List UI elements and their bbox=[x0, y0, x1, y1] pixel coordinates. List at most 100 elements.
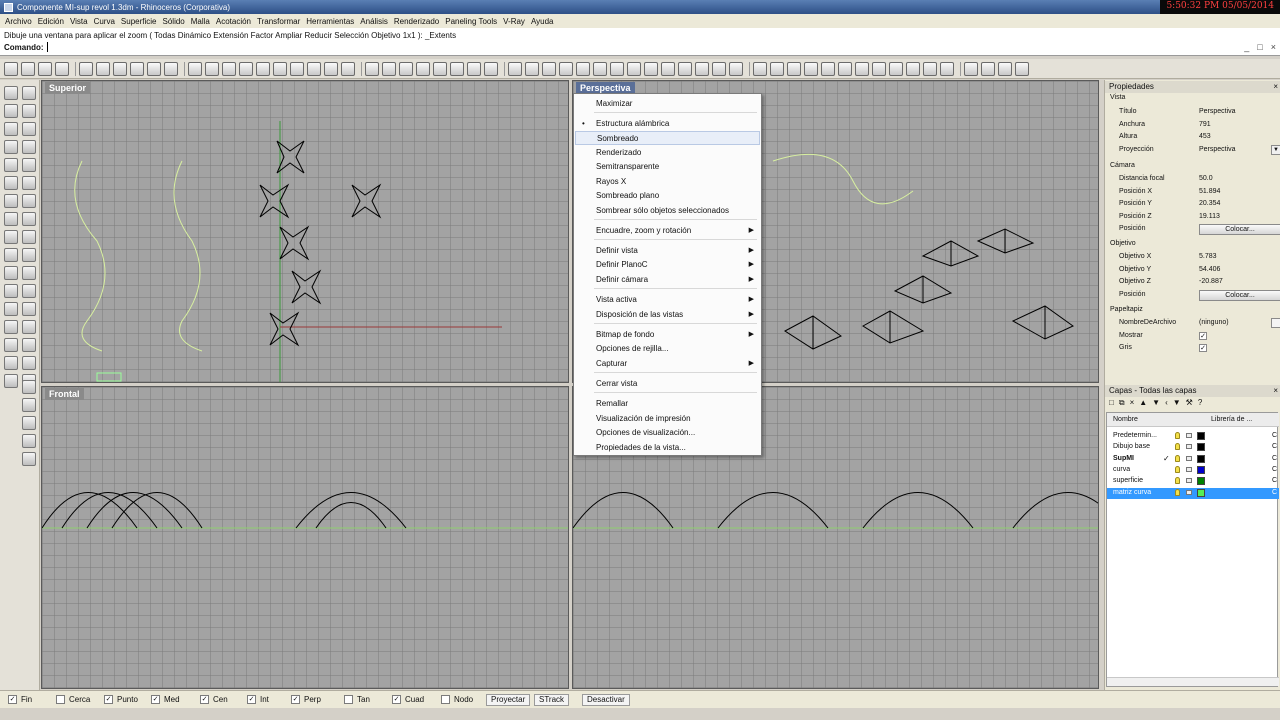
property-value[interactable]: 54.406 bbox=[1199, 266, 1220, 273]
toolbar-tool-icon[interactable] bbox=[906, 61, 920, 76]
lightbulb-icon[interactable] bbox=[1175, 443, 1180, 451]
osnap-checkbox[interactable]: ✓ bbox=[291, 695, 300, 704]
context-menu-item[interactable]: Vista activa ▶ bbox=[575, 293, 760, 307]
minimize-button[interactable]: _ bbox=[1244, 42, 1249, 52]
browse-file-button[interactable] bbox=[1271, 318, 1280, 328]
lock-icon[interactable] bbox=[1186, 433, 1192, 438]
side-tool-icon[interactable] bbox=[22, 140, 36, 154]
menu-6[interactable]: Malla bbox=[188, 17, 213, 26]
toolbar-tool-icon[interactable] bbox=[610, 61, 624, 76]
lock-icon[interactable] bbox=[1186, 455, 1192, 461]
context-menu-item[interactable]: Definir vista ▶ bbox=[575, 244, 760, 258]
osnap-toggle[interactable]: ✓ Fin bbox=[8, 695, 32, 704]
osnap-toggle[interactable]: Nodo bbox=[441, 695, 473, 704]
toolbar-tool-icon[interactable] bbox=[644, 61, 658, 76]
viewport-front[interactable]: Frontal bbox=[41, 386, 569, 689]
toolbar-tool-icon[interactable] bbox=[113, 61, 127, 76]
context-menu-item[interactable]: Propiedades de la vista... bbox=[575, 441, 760, 455]
menu-2[interactable]: Vista bbox=[67, 17, 91, 26]
context-menu-item[interactable]: Opciones de rejilla... bbox=[575, 342, 760, 356]
layer-material[interactable]: C bbox=[1272, 489, 1277, 496]
side-tool-icon[interactable] bbox=[4, 230, 18, 244]
toolbar-tool-icon[interactable] bbox=[678, 61, 692, 76]
lightbulb-icon[interactable] bbox=[1175, 488, 1180, 496]
menu-0[interactable]: Archivo bbox=[2, 17, 35, 26]
context-menu-item[interactable]: Sombrear sólo objetos seleccionados bbox=[575, 204, 760, 218]
toolbar-tool-icon[interactable] bbox=[872, 61, 886, 76]
layer-tool-icon[interactable]: ▲ bbox=[1139, 398, 1147, 408]
toolbar-tool-icon[interactable] bbox=[821, 61, 835, 76]
status-button[interactable]: Proyectar bbox=[486, 694, 531, 706]
osnap-checkbox[interactable] bbox=[56, 695, 65, 704]
side-tool-icon[interactable] bbox=[22, 380, 36, 394]
lightbulb-icon[interactable] bbox=[1175, 465, 1180, 473]
status-button[interactable]: Desactivar bbox=[582, 694, 630, 706]
menu-1[interactable]: Edición bbox=[35, 17, 67, 26]
side-tool-icon[interactable] bbox=[4, 86, 18, 100]
close-button[interactable]: × bbox=[1271, 42, 1276, 52]
osnap-toggle[interactable]: ✓ Punto bbox=[104, 695, 138, 704]
menu-7[interactable]: Acotación bbox=[213, 17, 254, 26]
property-value[interactable]: 20.354 bbox=[1199, 200, 1220, 207]
toolbar-tool-icon[interactable] bbox=[467, 61, 481, 76]
side-tool-icon[interactable] bbox=[22, 434, 36, 448]
toolbar-tool-icon[interactable] bbox=[576, 61, 590, 76]
toolbar-tool-icon[interactable] bbox=[188, 61, 202, 76]
side-tool-icon[interactable] bbox=[4, 356, 18, 370]
toolbar-tool-icon[interactable] bbox=[307, 61, 321, 76]
property-value[interactable]: 5.783 bbox=[1199, 253, 1217, 260]
lock-icon[interactable] bbox=[1186, 444, 1192, 450]
lock-icon[interactable] bbox=[1186, 478, 1192, 484]
side-tool-icon[interactable] bbox=[4, 320, 18, 334]
side-tool-icon[interactable] bbox=[22, 230, 36, 244]
layer-tool-icon[interactable]: ▼ bbox=[1173, 398, 1181, 408]
lightbulb-icon[interactable] bbox=[1175, 454, 1180, 462]
context-menu-item[interactable]: Cerrar vista bbox=[575, 377, 760, 391]
osnap-checkbox[interactable] bbox=[344, 695, 353, 704]
side-tool-icon[interactable] bbox=[4, 104, 18, 118]
toolbar-tool-icon[interactable] bbox=[729, 61, 743, 76]
command-input[interactable] bbox=[47, 42, 48, 52]
current-layer-check-icon[interactable]: ✓ bbox=[1163, 454, 1170, 463]
context-menu-item[interactable]: Disposición de las vistas ▶ bbox=[575, 308, 760, 322]
toolbar-tool-icon[interactable] bbox=[164, 61, 178, 76]
layer-material[interactable]: C bbox=[1272, 455, 1277, 462]
lock-icon[interactable] bbox=[1186, 489, 1192, 495]
side-tool-icon[interactable] bbox=[22, 356, 36, 370]
side-tool-icon[interactable] bbox=[22, 302, 36, 316]
lightbulb-icon[interactable] bbox=[1175, 432, 1180, 439]
column-material[interactable]: Librería de ... bbox=[1211, 416, 1252, 423]
toolbar-tool-icon[interactable] bbox=[838, 61, 852, 76]
side-tool-icon[interactable] bbox=[22, 266, 36, 280]
side-tool-icon[interactable] bbox=[22, 194, 36, 208]
layer-color-swatch[interactable] bbox=[1197, 443, 1205, 452]
toolbar-tool-icon[interactable] bbox=[889, 61, 903, 76]
toolbar-tool-icon[interactable] bbox=[525, 61, 539, 76]
side-tool-icon[interactable] bbox=[22, 248, 36, 262]
toolbar-tool-icon[interactable] bbox=[205, 61, 219, 76]
toolbar-tool-icon[interactable] bbox=[290, 61, 304, 76]
toolbar-tool-icon[interactable] bbox=[855, 61, 869, 76]
menu-5[interactable]: Sólido bbox=[160, 17, 188, 26]
side-tool-icon[interactable] bbox=[4, 302, 18, 316]
menu-14[interactable]: Ayuda bbox=[528, 17, 557, 26]
context-menu-item[interactable]: Sombreado plano bbox=[575, 189, 760, 203]
viewport-top[interactable]: Superior bbox=[41, 80, 569, 383]
menu-3[interactable]: Curva bbox=[91, 17, 118, 26]
side-tool-icon[interactable] bbox=[4, 374, 18, 388]
osnap-checkbox[interactable]: ✓ bbox=[8, 695, 17, 704]
toolbar-tool-icon[interactable] bbox=[433, 61, 447, 76]
layer-tool-icon[interactable]: ‹ bbox=[1165, 398, 1168, 408]
osnap-checkbox[interactable] bbox=[441, 695, 450, 704]
context-menu-item[interactable]: Sombreado bbox=[575, 131, 760, 145]
dropdown-arrow-icon[interactable]: ▼ bbox=[1271, 144, 1280, 155]
side-tool-icon[interactable] bbox=[22, 284, 36, 298]
osnap-checkbox[interactable]: ✓ bbox=[104, 695, 113, 704]
toolbar-tool-icon[interactable] bbox=[382, 61, 396, 76]
context-menu-item[interactable]: Definir PlanoC ▶ bbox=[575, 258, 760, 272]
toolbar-tool-icon[interactable] bbox=[593, 61, 607, 76]
toolbar-tool-icon[interactable] bbox=[1015, 61, 1029, 76]
osnap-checkbox[interactable]: ✓ bbox=[247, 695, 256, 704]
osnap-toggle[interactable]: ✓ Cen bbox=[200, 695, 228, 704]
osnap-toggle[interactable]: Tan bbox=[344, 695, 370, 704]
